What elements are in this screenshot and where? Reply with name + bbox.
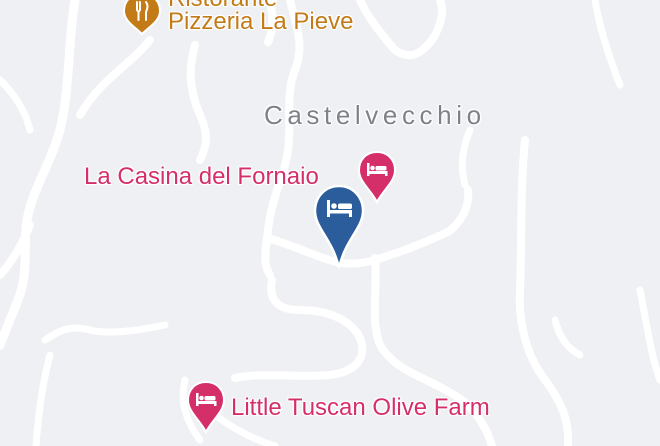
road: [458, 126, 474, 189]
road: [591, 0, 624, 89]
road: [551, 316, 584, 359]
road: [0, 76, 34, 134]
fork-knife-icon: [122, 0, 162, 36]
hotel-label-little-tuscan-olive-farm[interactable]: Little Tuscan Olive Farm: [231, 395, 490, 421]
road: [636, 286, 660, 384]
road: [0, 0, 80, 350]
hotel-label-la-casina-del-fornaio[interactable]: La Casina del Fornaio: [84, 164, 319, 190]
bed-icon: [313, 184, 365, 269]
road: [515, 136, 573, 446]
road: [356, 0, 446, 60]
road: [41, 321, 169, 344]
map-canvas[interactable]: Ristorante Pizzeria La Pieve Castelvecch…: [0, 0, 660, 446]
bed-icon: [186, 380, 226, 435]
restaurant-label-line2[interactable]: Pizzeria La Pieve: [168, 9, 353, 35]
selected-hotel-marker[interactable]: [313, 184, 365, 270]
road: [186, 41, 210, 164]
road: [76, 36, 154, 119]
hotel-marker-little-tuscan-olive-farm[interactable]: [186, 380, 226, 435]
locality-label: Castelvecchio: [264, 100, 486, 130]
restaurant-marker[interactable]: [121, 0, 163, 36]
road: [32, 351, 54, 446]
road: [231, 276, 367, 382]
